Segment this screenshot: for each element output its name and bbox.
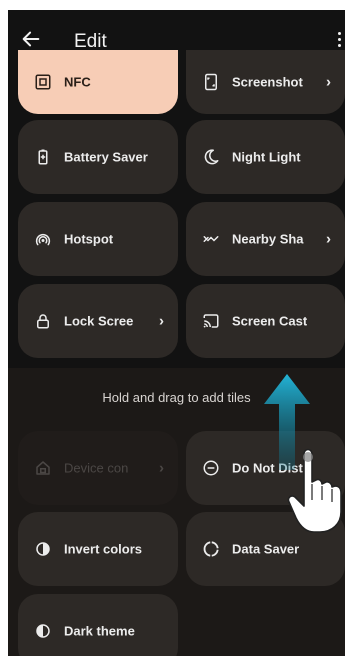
phone-screen: Edit NFC Screenshot › Battery Saver Nigh… — [8, 10, 345, 656]
chevron-right-icon: › — [326, 73, 331, 91]
tile-nfc[interactable]: NFC — [18, 50, 178, 114]
tile-battery-saver[interactable]: Battery Saver — [18, 120, 178, 194]
more-vert-icon[interactable] — [337, 30, 343, 50]
tile-screenshot[interactable]: Screenshot › — [186, 50, 345, 114]
hand-pointer-icon — [287, 448, 342, 533]
chevron-right-icon: › — [159, 312, 164, 330]
tile-label: Hotspot — [64, 231, 114, 247]
battery-icon — [38, 149, 48, 165]
arrow-left-icon[interactable] — [20, 28, 42, 50]
invert-colors-icon — [36, 542, 50, 556]
nearby-share-icon — [203, 236, 219, 242]
hotspot-icon — [35, 233, 51, 246]
tile-label: Dark theme — [64, 623, 135, 639]
tile-night-light[interactable]: Night Light — [186, 120, 345, 194]
tile-label: NFC — [64, 74, 91, 90]
moon-icon — [204, 149, 219, 165]
chevron-right-icon: › — [326, 230, 331, 248]
tile-label: Screenshot — [232, 74, 303, 90]
tile-label: Data Saver — [232, 541, 300, 557]
cast-icon — [203, 314, 219, 328]
tile-label: Night Light — [232, 149, 301, 165]
tile-label: Nearby Sha — [232, 231, 304, 247]
tile-label: Device con — [64, 460, 129, 476]
tile-dark-theme[interactable]: Dark theme — [18, 594, 178, 656]
dark-theme-icon — [36, 624, 50, 638]
tile-label: Screen Cast — [232, 313, 308, 329]
nfc-icon — [35, 74, 51, 90]
lock-icon — [37, 314, 49, 329]
do-not-disturb-icon — [203, 460, 219, 476]
tile-nearby-share[interactable]: Nearby Sha › — [186, 202, 345, 276]
tile-label: Lock Scree — [64, 313, 134, 329]
tile-screen-cast[interactable]: Screen Cast — [186, 284, 345, 358]
data-saver-icon — [203, 541, 219, 557]
tile-hotspot[interactable]: Hotspot — [18, 202, 178, 276]
tile-invert-colors[interactable]: Invert colors — [18, 512, 178, 586]
screenshot-icon — [205, 73, 217, 91]
tile-label: Invert colors — [64, 541, 143, 557]
tile-device-controls[interactable]: Device con › — [18, 431, 178, 505]
tile-label: Battery Saver — [64, 149, 148, 165]
chevron-right-icon: › — [159, 459, 164, 477]
tile-lock-screen[interactable]: Lock Scree › — [18, 284, 178, 358]
home-device-icon — [36, 461, 50, 475]
